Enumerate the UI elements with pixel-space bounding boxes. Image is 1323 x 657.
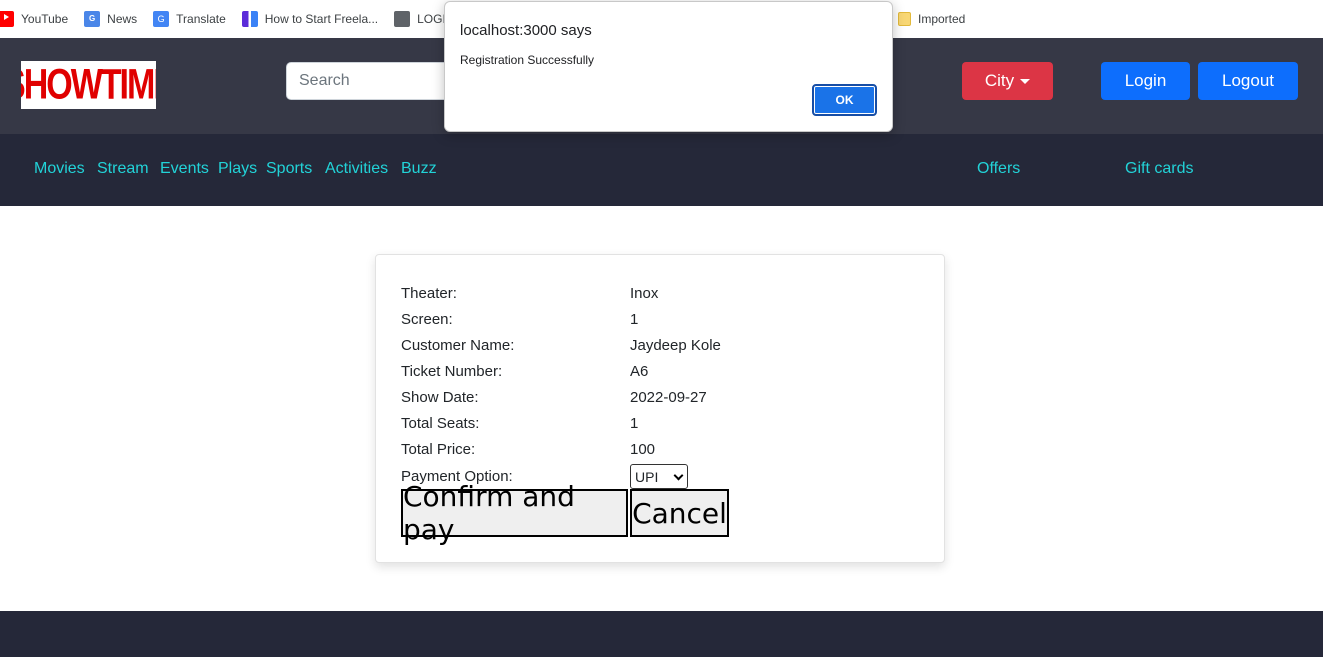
nav-stream[interactable]: Stream bbox=[97, 160, 149, 178]
dialog-title: localhost:3000 says bbox=[460, 22, 592, 39]
bookmark-youtube[interactable]: YouTube bbox=[0, 11, 68, 27]
row-value: Jaydeep Kole bbox=[630, 337, 721, 354]
cancel-label: Cancel bbox=[632, 496, 727, 530]
news-icon: G bbox=[84, 11, 101, 27]
logout-label: Logout bbox=[1222, 71, 1274, 90]
row-value: A6 bbox=[630, 363, 649, 380]
nav-events[interactable]: Events bbox=[160, 160, 209, 178]
ok-label: OK bbox=[835, 93, 854, 107]
nav-sports[interactable]: Sports bbox=[266, 160, 312, 178]
nav-plays[interactable]: Plays bbox=[218, 160, 257, 178]
booking-summary-card: Theater: Inox Screen: 1 Customer Name: J… bbox=[375, 254, 945, 563]
globe-icon bbox=[394, 11, 411, 27]
row-value: 2022-09-27 bbox=[630, 389, 707, 406]
nav-offers[interactable]: Offers bbox=[977, 160, 1020, 178]
search-placeholder: Search bbox=[299, 72, 350, 89]
row-value: 1 bbox=[630, 311, 639, 328]
nav-buzz[interactable]: Buzz bbox=[401, 160, 437, 178]
bookmark-label: Imported bbox=[918, 12, 966, 26]
main-nav: Movies Stream Events Plays Sports Activi… bbox=[0, 134, 1323, 206]
row-label: Theater: bbox=[401, 285, 457, 302]
bookmark-label: How to Start Freela... bbox=[264, 12, 379, 26]
bookmark-icon bbox=[241, 11, 258, 27]
row-value: 1 bbox=[630, 415, 639, 432]
alert-dialog: localhost:3000 says Registration Success… bbox=[444, 1, 893, 132]
cancel-button[interactable]: Cancel bbox=[630, 489, 729, 537]
bookmark-imported[interactable]: Imported bbox=[898, 12, 965, 26]
row-value: 100 bbox=[630, 441, 656, 458]
nav-activities[interactable]: Activities bbox=[325, 160, 388, 178]
bookmark-label: LOGI bbox=[417, 12, 446, 26]
row-label: Screen: bbox=[401, 311, 453, 328]
folder-icon bbox=[898, 12, 911, 26]
row-value: Inox bbox=[630, 285, 659, 302]
bookmark-news[interactable]: G News bbox=[84, 11, 137, 27]
bookmark-translate[interactable]: G Translate bbox=[153, 11, 226, 27]
confirm-and-pay-button[interactable]: Confirm and pay bbox=[401, 480, 628, 546]
site-footer bbox=[0, 611, 1323, 657]
row-label: Ticket Number: bbox=[401, 363, 503, 380]
login-button[interactable]: Login bbox=[1101, 62, 1190, 100]
logout-button[interactable]: Logout bbox=[1198, 62, 1298, 100]
payment-option-select[interactable]: UPI bbox=[630, 464, 688, 489]
dialog-message: Registration Successfully bbox=[460, 53, 595, 67]
dialog-ok-button[interactable]: OK bbox=[812, 84, 877, 116]
row-label: Show Date: bbox=[401, 389, 479, 406]
nav-movies[interactable]: Movies bbox=[34, 160, 85, 178]
row-label: Customer Name: bbox=[401, 337, 515, 354]
payment-selected-value: UPI bbox=[635, 468, 659, 485]
nav-gift-cards[interactable]: Gift cards bbox=[1125, 160, 1193, 178]
logo-text: SHOWTIME bbox=[21, 61, 156, 109]
bookmark-freelance[interactable]: How to Start Freela... bbox=[241, 11, 379, 27]
bookmark-logi[interactable]: LOGI bbox=[394, 11, 446, 27]
confirm-label: Confirm and pay bbox=[403, 480, 575, 546]
city-label: City bbox=[984, 71, 1015, 90]
bookmark-label: Translate bbox=[176, 12, 226, 26]
showtime-logo[interactable]: SHOWTIME bbox=[21, 61, 156, 109]
bookmark-label: News bbox=[107, 12, 138, 26]
chevron-down-icon bbox=[673, 470, 684, 481]
youtube-icon bbox=[0, 11, 14, 27]
city-dropdown-button[interactable]: City bbox=[962, 62, 1053, 100]
login-label: Login bbox=[1124, 71, 1167, 90]
bookmark-label: YouTube bbox=[21, 12, 69, 26]
row-label: Total Price: bbox=[401, 441, 476, 458]
caret-down-icon bbox=[1020, 78, 1031, 84]
row-label: Total Seats: bbox=[401, 415, 480, 432]
translate-icon: G bbox=[153, 11, 170, 27]
